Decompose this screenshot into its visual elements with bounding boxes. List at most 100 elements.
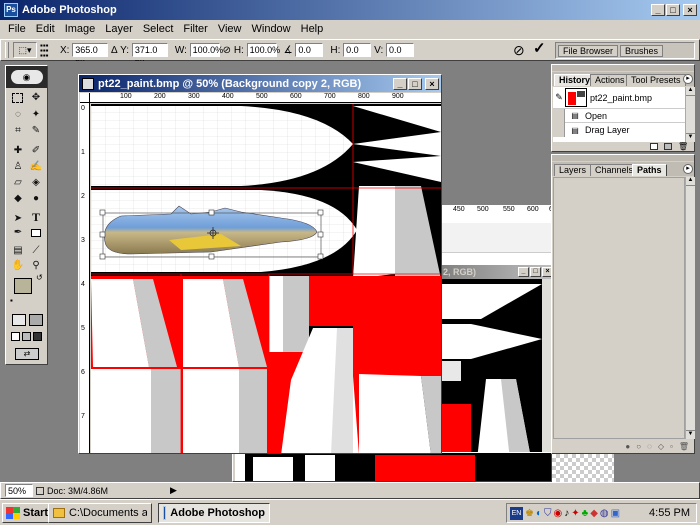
history-snapshot[interactable]: ✎ pt22_paint.bmp bbox=[553, 87, 685, 109]
taskbar-photoshop-button[interactable]: Adobe Photoshop bbox=[158, 503, 270, 523]
reference-point-icon[interactable]: ▪▪▪ ▪▪▪ ▪▪▪ bbox=[40, 42, 54, 60]
make-work-path-icon[interactable]: ◇ bbox=[658, 442, 664, 451]
full-screen-mode-icon[interactable] bbox=[33, 332, 42, 341]
close-button[interactable]: × bbox=[683, 4, 697, 16]
paths-menu-icon[interactable]: ▸ bbox=[683, 164, 693, 174]
slice-tool-icon[interactable]: ✎ bbox=[29, 124, 43, 138]
snapshot-source-icon[interactable]: ✎ bbox=[553, 92, 565, 103]
language-icon[interactable]: EN bbox=[510, 506, 523, 520]
fill-path-icon[interactable]: ● bbox=[625, 442, 630, 451]
tab-channels[interactable]: Channels bbox=[590, 164, 639, 176]
vertical-skew-field[interactable]: 0.0 bbox=[386, 43, 414, 57]
tab-paths[interactable]: Paths bbox=[632, 164, 667, 176]
eraser-tool-icon[interactable]: ▱ bbox=[11, 176, 25, 190]
tab-file-browser[interactable]: File Browser bbox=[558, 45, 619, 57]
menu-image[interactable]: Image bbox=[60, 20, 101, 38]
new-document-from-state-icon[interactable] bbox=[650, 143, 658, 150]
adobe-eye-icon[interactable]: ◉ bbox=[10, 70, 43, 84]
tray-app-icon-8[interactable]: ▣ bbox=[611, 508, 620, 519]
default-colors-icon[interactable]: ▪ bbox=[10, 296, 13, 305]
jump-to-imageready-icon[interactable]: ⇄ bbox=[15, 348, 39, 360]
swap-colors-icon[interactable]: ↺ bbox=[36, 273, 43, 282]
type-tool-icon[interactable]: T bbox=[29, 210, 43, 224]
rotate-angle-field[interactable]: 0.0 bbox=[295, 43, 324, 57]
tray-app-icon-1[interactable]: ♚ bbox=[525, 508, 534, 519]
tray-app-icon-3[interactable]: ◉ bbox=[554, 508, 563, 519]
dodge-tool-icon[interactable]: ● bbox=[29, 192, 43, 206]
tab-brushes[interactable]: Brushes bbox=[620, 45, 664, 57]
menu-edit[interactable]: Edit bbox=[31, 20, 60, 38]
rectangle-tool-icon[interactable] bbox=[29, 228, 43, 242]
menu-filter[interactable]: Filter bbox=[178, 20, 212, 38]
history-item-open[interactable]: ▤ Open bbox=[553, 108, 685, 123]
foreground-color-swatch[interactable] bbox=[14, 278, 32, 294]
standard-mode-icon[interactable] bbox=[12, 314, 26, 326]
lasso-tool-icon[interactable]: ◌ bbox=[11, 108, 25, 122]
tray-app-icon-4[interactable]: ✦ bbox=[571, 508, 579, 519]
healing-brush-tool-icon[interactable]: ✚ bbox=[11, 144, 25, 158]
standard-screen-mode-icon[interactable] bbox=[11, 332, 20, 341]
menu-view[interactable]: View bbox=[213, 20, 247, 38]
paint-bucket-tool-icon[interactable]: ◈ bbox=[29, 176, 43, 190]
minimize-button[interactable]: _ bbox=[651, 4, 665, 16]
document-window[interactable]: pt22_paint.bmp @ 50% (Background copy 2,… bbox=[78, 74, 442, 454]
hand-tool-icon[interactable]: ✋ bbox=[11, 259, 25, 273]
menu-file[interactable]: File bbox=[3, 20, 31, 38]
document-close-button[interactable]: × bbox=[425, 77, 439, 90]
history-panel-header[interactable] bbox=[552, 65, 694, 71]
document-minimize-button[interactable]: _ bbox=[393, 77, 407, 90]
new-snapshot-icon[interactable] bbox=[664, 143, 672, 150]
pen-tool-icon[interactable]: ✒ bbox=[11, 226, 25, 240]
commit-transform-icon[interactable]: ✓ bbox=[533, 41, 546, 57]
document-canvas[interactable] bbox=[91, 104, 441, 453]
brush-tool-icon[interactable]: ✐ bbox=[29, 144, 43, 158]
document-maximize-button[interactable]: □ bbox=[408, 77, 422, 90]
menu-layer[interactable]: Layer bbox=[100, 20, 138, 38]
full-screen-menu-mode-icon[interactable] bbox=[22, 332, 31, 341]
second-doc-title-bar[interactable]: 2, RGB) _ □ × bbox=[441, 265, 551, 279]
tab-history[interactable]: History bbox=[554, 74, 596, 86]
horizontal-skew-field[interactable]: 0.0 bbox=[343, 43, 372, 57]
delete-state-icon[interactable]: 🗑 bbox=[678, 142, 688, 151]
taskbar-explorer-button[interactable]: C:\Documents an... bbox=[48, 503, 152, 523]
eyedropper-tool-icon[interactable]: ⟋ bbox=[29, 244, 43, 258]
tray-app-icon-7[interactable]: ◍ bbox=[600, 508, 609, 519]
paths-scrollbar[interactable]: ▲ ▼ bbox=[685, 177, 695, 439]
zoom-tool-icon[interactable]: ⚲ bbox=[29, 259, 43, 273]
link-icon[interactable]: ⊘ bbox=[223, 45, 231, 56]
clock[interactable]: 4:55 PM bbox=[649, 507, 690, 519]
document-title-bar[interactable]: pt22_paint.bmp @ 50% (Background copy 2,… bbox=[79, 75, 441, 92]
width-field[interactable]: 100.0% bbox=[189, 43, 223, 57]
crop-tool-icon[interactable]: ⌗ bbox=[11, 124, 25, 138]
maximize-button[interactable]: □ bbox=[666, 4, 680, 16]
status-menu-arrow-icon[interactable]: ▶ bbox=[170, 485, 177, 496]
transform-tool-icon[interactable]: ⬚▾ bbox=[13, 42, 37, 58]
third-document-window[interactable] bbox=[232, 452, 552, 482]
history-menu-icon[interactable]: ▸ bbox=[683, 74, 693, 84]
grip-handle[interactable] bbox=[5, 42, 9, 58]
menu-help[interactable]: Help bbox=[296, 20, 329, 38]
move-tool-icon[interactable]: ✥ bbox=[29, 91, 43, 105]
stroke-path-icon[interactable]: ○ bbox=[636, 442, 641, 451]
tab-layers[interactable]: Layers bbox=[554, 164, 592, 176]
history-brush-tool-icon[interactable]: ✍ bbox=[29, 160, 43, 174]
history-scrollbar[interactable]: ▲ ▼ bbox=[685, 87, 695, 142]
tray-shield-icon[interactable]: ⛉ bbox=[544, 508, 552, 519]
blur-tool-icon[interactable]: ◆ bbox=[11, 192, 25, 206]
tab-tool-presets[interactable]: Tool Presets bbox=[626, 74, 686, 86]
history-item-drag-layer[interactable]: ▤ Drag Layer bbox=[553, 123, 685, 137]
tray-volume-icon[interactable]: ♪ bbox=[564, 508, 569, 519]
y-position-field[interactable]: 371.0 px bbox=[131, 43, 168, 67]
clone-stamp-tool-icon[interactable]: ♙ bbox=[11, 160, 25, 174]
tab-actions[interactable]: Actions bbox=[590, 74, 630, 86]
quick-mask-mode-icon[interactable] bbox=[29, 314, 43, 326]
height-field[interactable]: 100.0% bbox=[246, 43, 280, 57]
magic-wand-tool-icon[interactable]: ✦ bbox=[29, 108, 43, 122]
load-path-as-selection-icon[interactable]: ◌ bbox=[647, 442, 652, 451]
second-doc-minimize-button[interactable]: _ bbox=[518, 267, 529, 277]
tray-app-icon-2[interactable]: ◐ bbox=[536, 508, 542, 519]
menu-window[interactable]: Window bbox=[247, 20, 296, 38]
new-path-icon[interactable]: ▫ bbox=[670, 442, 673, 451]
tray-app-icon-5[interactable]: ♣ bbox=[582, 508, 589, 519]
marquee-tool-icon[interactable] bbox=[12, 93, 23, 103]
